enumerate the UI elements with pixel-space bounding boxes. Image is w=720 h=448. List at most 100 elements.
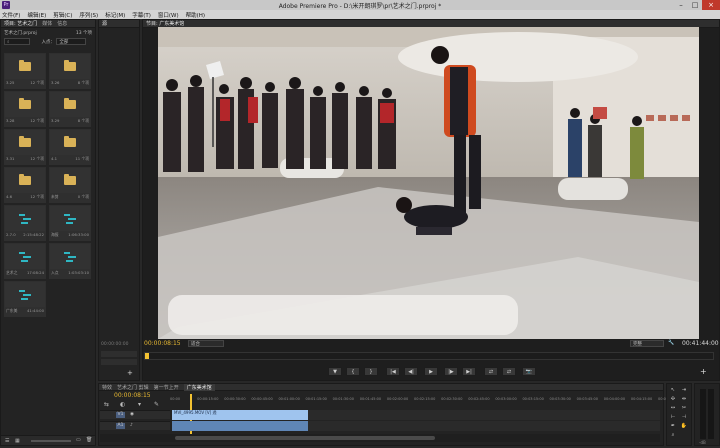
source-scrubber-2[interactable] xyxy=(101,359,137,365)
source-scrubber[interactable] xyxy=(101,351,137,357)
program-playhead[interactable] xyxy=(145,353,149,359)
audio-track-empty[interactable] xyxy=(308,421,660,431)
go-to-in-icon[interactable]: |◀ xyxy=(386,367,400,376)
timeline-wrench-icon[interactable]: ✎ xyxy=(154,401,159,408)
selection-tool-icon[interactable]: ↖ xyxy=(669,387,677,394)
speaker-icon[interactable]: ♪ xyxy=(130,423,133,428)
link-icon[interactable]: ◐ xyxy=(120,401,125,408)
razor-icon[interactable]: ✂ xyxy=(680,405,688,412)
settings-wrench-icon[interactable]: 🔧 xyxy=(668,340,674,346)
zoom-icon[interactable]: ⌕ xyxy=(669,432,677,439)
gallery-scene-image xyxy=(158,27,699,339)
marker-icon[interactable]: ▾ xyxy=(138,401,141,408)
timeline-scrollbar[interactable] xyxy=(100,434,660,442)
tab-project[interactable]: 项目: 艺术之门 xyxy=(4,20,37,27)
bin-folder[interactable]: 4.6 12 个项 xyxy=(4,167,46,203)
quality-select[interactable]: 完整 xyxy=(630,340,664,347)
timeline-scroll-thumb[interactable] xyxy=(175,436,435,440)
new-bin-icon[interactable]: ▭ xyxy=(76,437,81,443)
menu-edit[interactable]: 编辑(E) xyxy=(27,11,46,19)
bin-name: 4.1 xyxy=(51,156,58,161)
project-tabbar: 项目: 艺术之门 媒体 信息 xyxy=(1,20,95,28)
ruler-tick-label: 00:01:15:00 xyxy=(305,397,327,401)
extract-icon[interactable]: ⇄ xyxy=(502,367,516,376)
bin-folder[interactable]: 3.26 8 个项 xyxy=(49,53,91,89)
audio-clip[interactable] xyxy=(172,421,308,431)
bin-sequence[interactable]: 入点 1:03:03:10 xyxy=(49,243,91,279)
menu-marker[interactable]: 标记(M) xyxy=(105,11,125,19)
minimize-icon[interactable]: – xyxy=(674,0,688,10)
rolling-edit-icon[interactable]: ⇹ xyxy=(680,396,688,403)
program-scrub-bar[interactable] xyxy=(144,352,714,360)
program-add-icon[interactable]: + xyxy=(700,367,707,376)
timeline-current-time[interactable]: 00:00:08:15 xyxy=(114,392,151,399)
go-to-out-icon[interactable]: ▶| xyxy=(462,367,476,376)
tab-seq-gd[interactable]: 广东美术馆 xyxy=(183,383,215,391)
menu-sequence[interactable]: 序列(S) xyxy=(79,11,98,19)
bin-folder[interactable]: 3.29 8 个项 xyxy=(49,91,91,127)
track-id-a1[interactable]: A1 xyxy=(116,423,125,429)
eye-icon[interactable]: ◉ xyxy=(130,412,134,417)
audio-meter-left xyxy=(700,389,706,439)
track-id-v1[interactable]: V1 xyxy=(116,412,125,418)
bin-sequence[interactable]: 艺术之 17:08:24 xyxy=(4,243,46,279)
slide-icon[interactable]: ⊣ xyxy=(680,414,688,421)
pen-icon[interactable]: ✒ xyxy=(669,423,677,430)
menu-title[interactable]: 字幕(T) xyxy=(132,11,151,19)
add-marker-icon[interactable]: ▼ xyxy=(328,367,342,376)
close-icon[interactable]: × xyxy=(702,0,720,10)
tab-seq-art[interactable]: 艺术之门 剪辑 xyxy=(117,384,149,391)
bin-name: 3.25 xyxy=(6,80,15,85)
filter-select[interactable]: 全部 xyxy=(56,38,87,45)
tab-program[interactable]: 节目: 广东美术馆 xyxy=(146,20,184,27)
hand-icon[interactable]: ✋ xyxy=(680,423,688,430)
folder-icon xyxy=(5,92,45,117)
ruler-tick-label: 00:03:15:00 xyxy=(522,397,544,401)
tab-seq-first[interactable]: 第一节上开 xyxy=(154,384,179,391)
bin-name: 未剪 xyxy=(51,194,59,199)
ripple-edit-icon[interactable]: ✣ xyxy=(669,396,677,403)
bin-sequence[interactable]: 广东美 41:44:00 xyxy=(4,281,46,317)
tab-source[interactable]: 源 xyxy=(102,20,107,27)
mark-out-icon[interactable]: } xyxy=(364,367,378,376)
fit-select[interactable]: 适合 xyxy=(188,340,224,347)
source-monitor-panel: 源 00:00:00:00 + xyxy=(98,19,140,381)
lift-icon[interactable]: ⇄ xyxy=(484,367,498,376)
tab-effects[interactable]: 特效 xyxy=(102,384,112,391)
track-select-icon[interactable]: ⇥ xyxy=(680,387,688,394)
bin-folder[interactable]: 未剪 0 个项 xyxy=(49,167,91,203)
bin-count: 41:44:00 xyxy=(26,308,44,313)
bin-folder[interactable]: 3.28 12 个项 xyxy=(4,91,46,127)
delete-icon[interactable]: 🗑 xyxy=(86,437,92,443)
bin-folder[interactable]: 3.31 12 个项 xyxy=(4,129,46,165)
bin-sequence[interactable]: 海报 1:06:33:00 xyxy=(49,205,91,241)
bin-folder[interactable]: 3.25 12 个项 xyxy=(4,53,46,89)
play-icon[interactable]: ▶ xyxy=(424,367,438,376)
zoom-slider[interactable] xyxy=(31,440,71,442)
menu-help[interactable]: 帮助(H) xyxy=(186,11,205,19)
step-forward-icon[interactable]: |▶ xyxy=(444,367,458,376)
bin-folder[interactable]: 4.1 11 个项 xyxy=(49,129,91,165)
list-view-icon[interactable]: ☰ xyxy=(5,438,9,444)
rate-stretch-icon[interactable]: ↔ xyxy=(669,405,677,412)
mark-in-icon[interactable]: { xyxy=(346,367,360,376)
menu-file[interactable]: 文件(F) xyxy=(2,11,20,19)
step-back-icon[interactable]: ◀| xyxy=(404,367,418,376)
snap-icon[interactable]: ⇆ xyxy=(104,401,109,408)
program-duration: 00:41:44:00 xyxy=(682,340,719,347)
program-current-time[interactable]: 00:00:08:15 xyxy=(144,340,181,347)
tab-info[interactable]: 信息 xyxy=(57,20,67,27)
slip-icon[interactable]: ⊢ xyxy=(669,414,677,421)
program-video-frame[interactable] xyxy=(158,27,699,339)
menu-clip[interactable]: 剪辑(C) xyxy=(53,11,72,19)
source-add-icon[interactable]: + xyxy=(127,369,133,377)
video-track-empty[interactable] xyxy=(308,410,660,420)
bin-sequence[interactable]: 2.7.0 2:15:48:22 xyxy=(4,205,46,241)
export-frame-icon[interactable]: 📷 xyxy=(522,367,536,376)
icon-view-icon[interactable]: ▦ xyxy=(15,438,20,444)
menu-window[interactable]: 窗口(W) xyxy=(158,11,179,19)
video-clip[interactable]: MVI_4995.MOV [V] 透 xyxy=(172,410,308,420)
maximize-icon[interactable]: □ xyxy=(688,0,702,10)
tab-media[interactable]: 媒体 xyxy=(42,20,52,27)
search-input[interactable]: ⌕ xyxy=(4,38,30,45)
